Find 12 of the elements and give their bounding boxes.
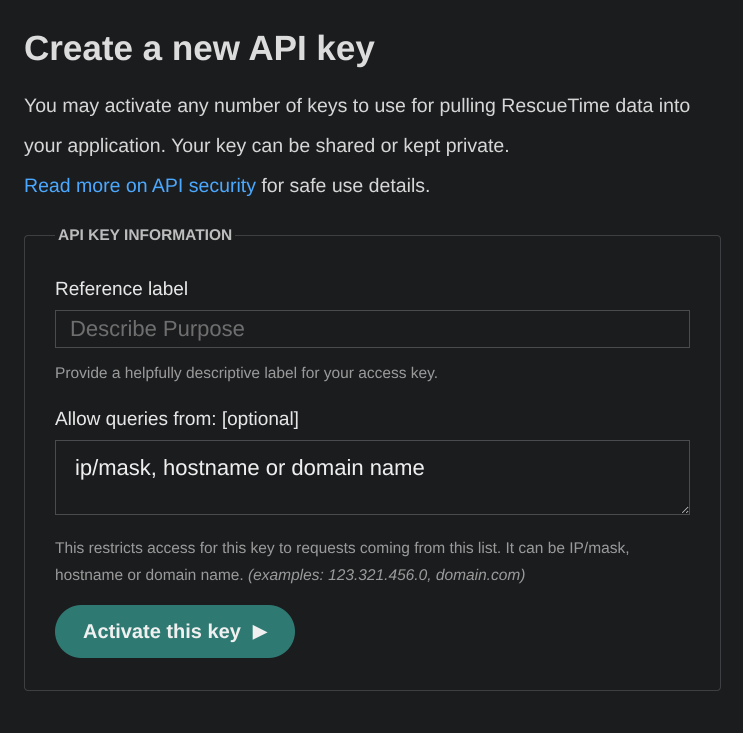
help-text: Provide a helpfully descriptive label for your access key.	[55, 364, 440, 384]
play-icon: ▶	[252, 618, 267, 646]
field-label: Allow queries from: [optional]	[55, 408, 300, 432]
allow-queries-textarea[interactable]: ip/mask, hostname or domain name	[55, 440, 690, 516]
activate-key-button[interactable]: Activate this key ▶	[55, 605, 295, 658]
intro-paragraph: You may activate any number of keys to use for pulling RescueTime data into your application. Your key can be shared or kept private. Read more on API security for safe use details.	[24, 94, 692, 199]
reference-label-input[interactable]: Describe Purpose	[55, 310, 690, 348]
help-text: This restricts access for this key to requests coming from this list. It can be IP/mask, hostname or domain name. (examples: 123.321.456.0, domain.com)	[55, 539, 631, 586]
api-security-link[interactable]: Read more on API security	[24, 175, 256, 197]
fieldset-legend: API KEY INFORMATION	[55, 224, 236, 248]
page-title: Create a new API key	[24, 28, 376, 70]
field-label: Reference label	[55, 278, 190, 302]
